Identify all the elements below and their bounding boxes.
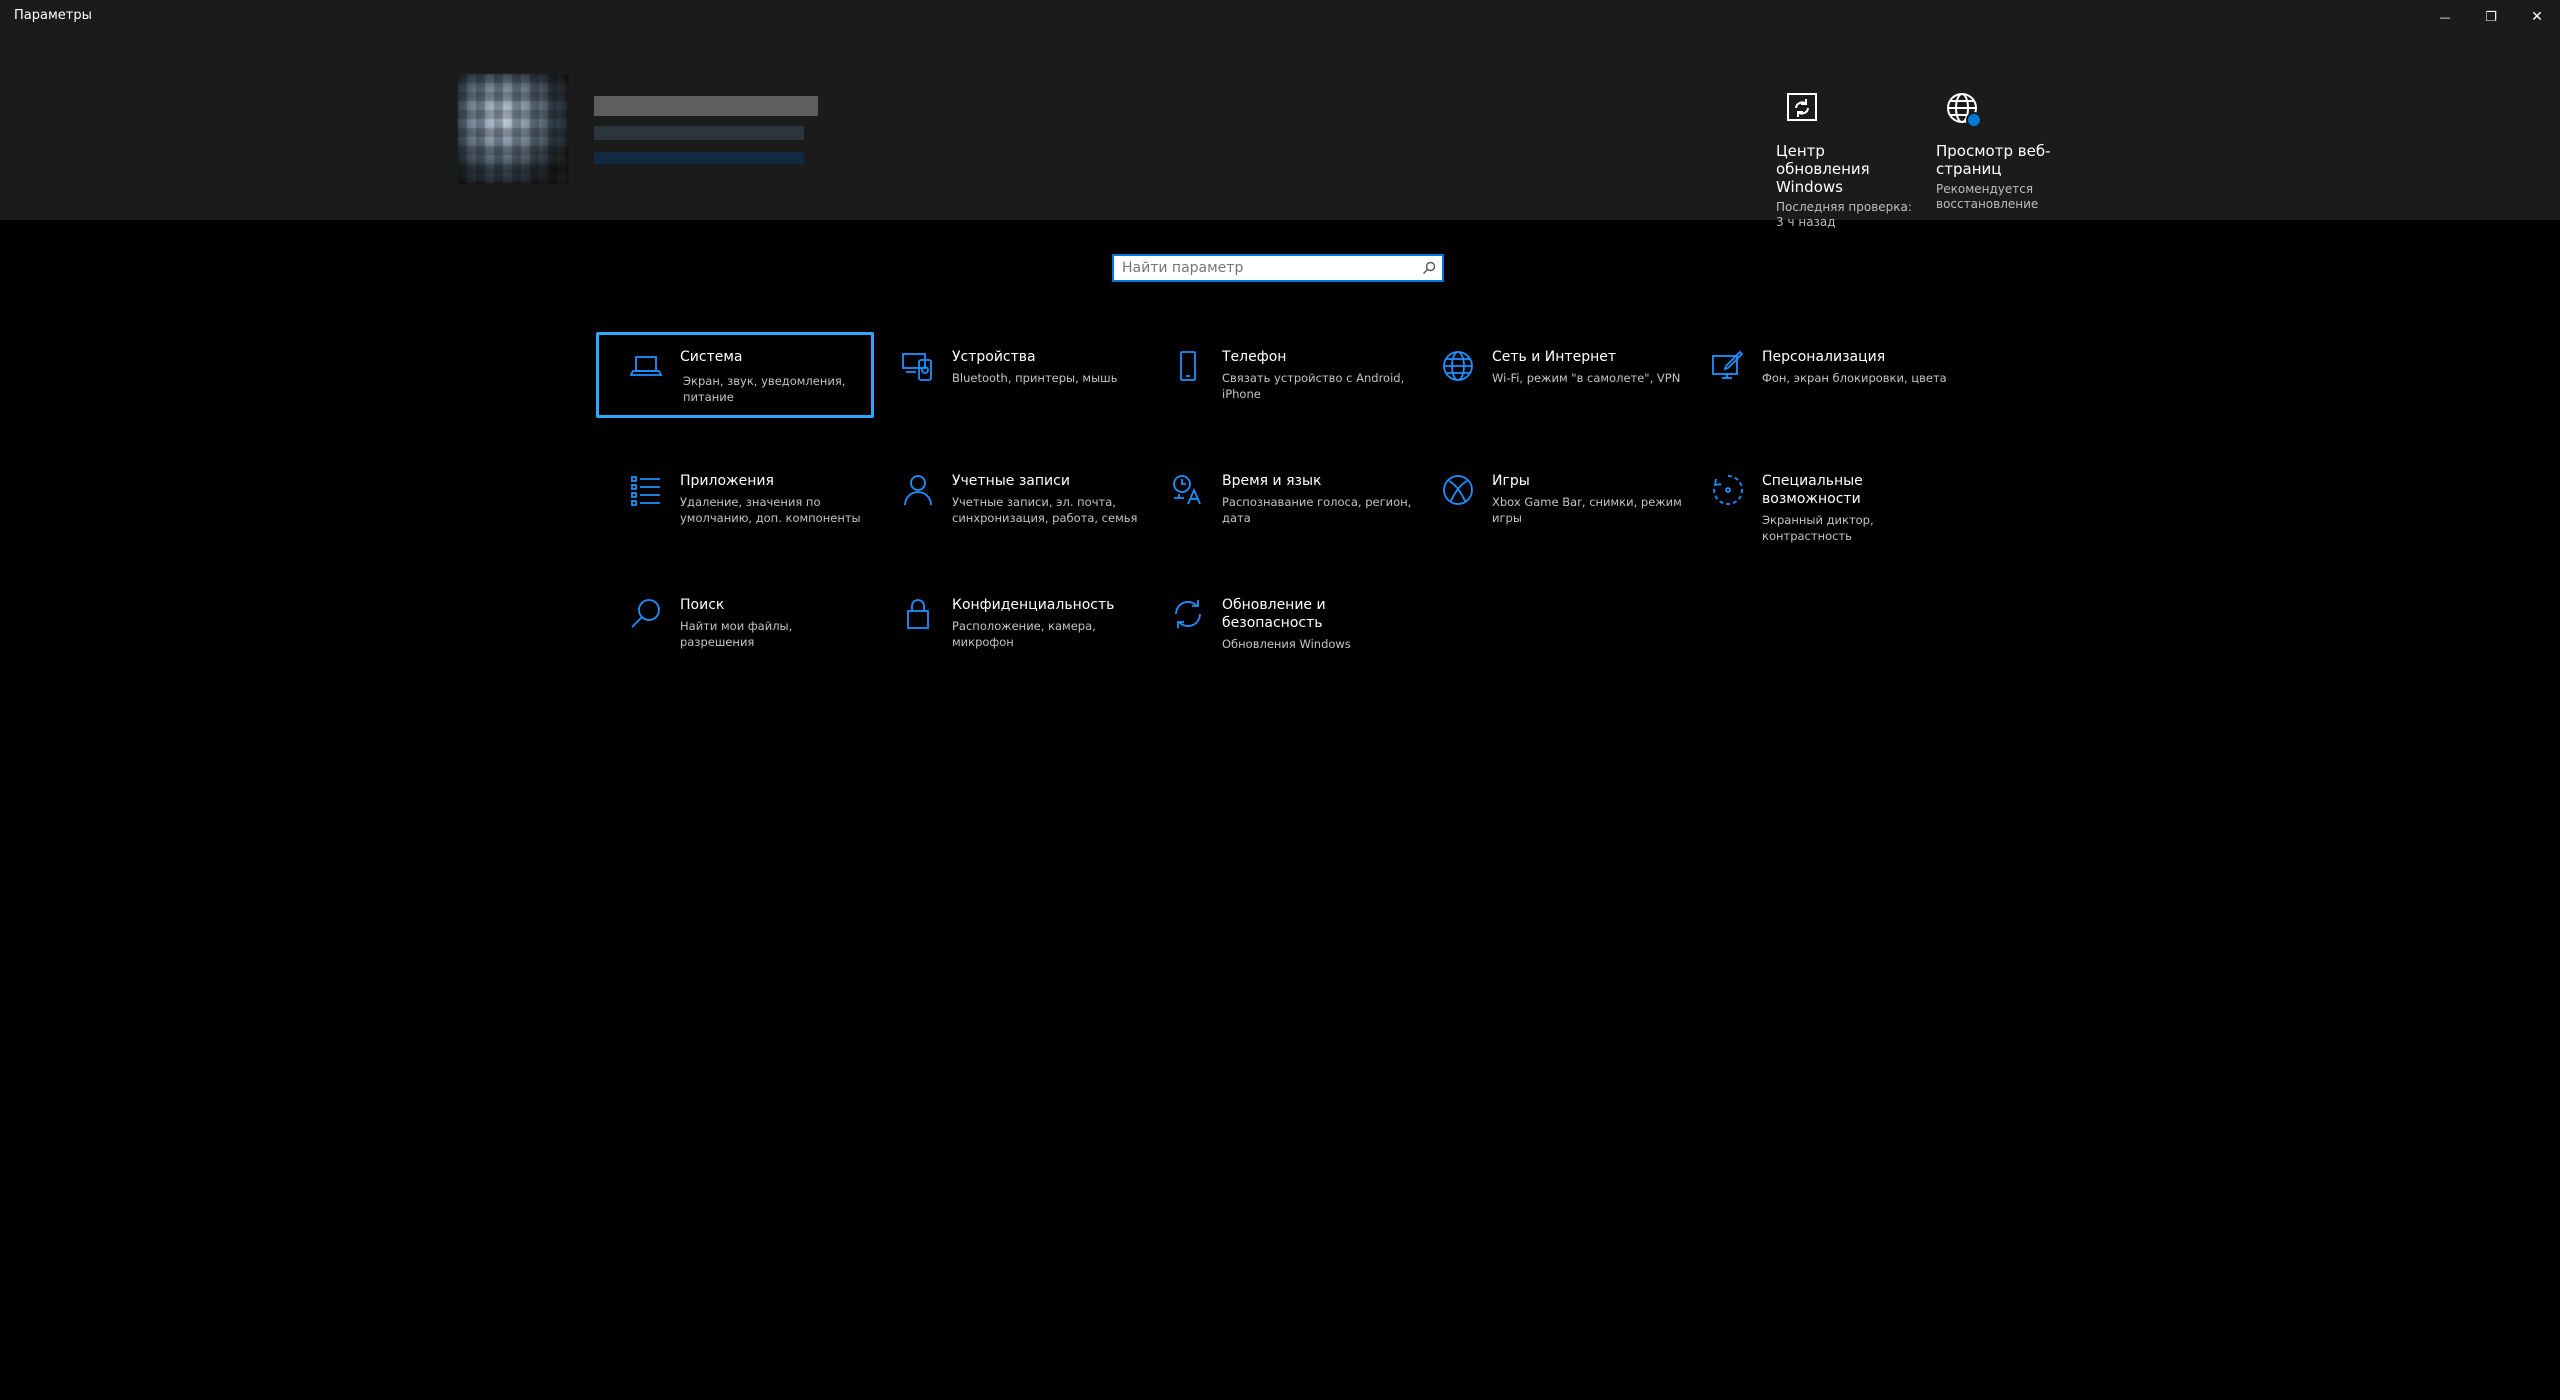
category-description: Учетные записи, эл. почта, синхронизация… bbox=[952, 495, 1138, 525]
category-description: Обновления Windows bbox=[1222, 637, 1351, 651]
quick-link-web-browsing[interactable]: Просмотр веб-страниц Рекомендуется восст… bbox=[1936, 90, 2076, 212]
category-name: Поиск bbox=[680, 597, 725, 613]
category-apps[interactable]: Приложения Удаление, значения по умолчан… bbox=[596, 456, 874, 542]
avatar[interactable] bbox=[458, 74, 568, 184]
quick-link-title: Центр обновления Windows bbox=[1776, 142, 1870, 196]
close-button[interactable]: ✕ bbox=[2514, 0, 2560, 34]
category-gaming[interactable]: Игры Xbox Game Bar, снимки, режим игры bbox=[1408, 456, 1686, 542]
minimize-button[interactable]: — bbox=[2422, 0, 2468, 34]
category-description: Распознавание голоса, регион, дата bbox=[1222, 495, 1412, 525]
search-input[interactable] bbox=[1122, 259, 1412, 277]
restore-icon: ❐ bbox=[2485, 9, 2497, 25]
globe-icon bbox=[1944, 90, 1982, 128]
account-name-redacted bbox=[594, 96, 818, 116]
category-ease-of-access[interactable]: Специальные возможности Экранный диктор,… bbox=[1678, 456, 1956, 543]
time-language-icon bbox=[1170, 472, 1206, 508]
account-link-redacted[interactable] bbox=[594, 152, 804, 164]
ease-of-access-icon bbox=[1710, 472, 1746, 508]
restore-button[interactable]: ❐ bbox=[2468, 0, 2514, 34]
quick-link-subtitle: Рекомендуется восстановление bbox=[1936, 182, 2039, 211]
category-description: Экранный диктор, контрастность bbox=[1762, 513, 1874, 543]
category-name: Конфиденциальность bbox=[952, 597, 1115, 613]
account-header: Центр обновления Windows Последняя прове… bbox=[0, 34, 2560, 229]
category-privacy[interactable]: Конфиденциальность Расположение, камера,… bbox=[868, 580, 1146, 666]
category-name: Учетные записи bbox=[952, 473, 1070, 489]
category-name: Сеть и Интернет bbox=[1492, 349, 1616, 365]
category-system[interactable]: Система Экран, звук, уведомления, питани… bbox=[596, 332, 874, 418]
category-description: Удаление, значения по умолчанию, доп. ко… bbox=[680, 495, 861, 525]
xbox-icon bbox=[1440, 472, 1476, 508]
personalization-icon bbox=[1710, 348, 1746, 384]
category-description: Найти мои файлы, разрешения bbox=[680, 619, 793, 649]
category-name: Система bbox=[680, 349, 743, 365]
category-name: Специальные возможности bbox=[1762, 473, 1863, 507]
close-icon: ✕ bbox=[2531, 9, 2543, 25]
devices-icon bbox=[900, 348, 936, 384]
globe-icon bbox=[1440, 348, 1476, 384]
category-description: Экран, звук, уведомления, питание bbox=[683, 374, 846, 404]
minimize-icon: — bbox=[2439, 10, 2451, 24]
sync-icon bbox=[1784, 90, 1820, 126]
category-time-language[interactable]: Время и язык Распознавание голоса, регио… bbox=[1138, 456, 1416, 542]
category-name: Игры bbox=[1492, 473, 1530, 489]
category-name: Телефон bbox=[1222, 349, 1287, 365]
search-box[interactable] bbox=[1112, 254, 1444, 282]
window-title: Параметры bbox=[14, 8, 92, 23]
category-description: Wi-Fi, режим "в самолете", VPN bbox=[1492, 371, 1681, 385]
person-icon bbox=[900, 472, 936, 508]
category-name: Обновление и безопасность bbox=[1222, 597, 1326, 631]
category-description: Фон, экран блокировки, цвета bbox=[1762, 371, 1947, 385]
phone-icon bbox=[1170, 348, 1206, 384]
category-name: Приложения bbox=[680, 473, 774, 489]
category-description: Расположение, камера, микрофон bbox=[952, 619, 1096, 649]
laptop-icon bbox=[628, 348, 664, 384]
category-personalization[interactable]: Персонализация Фон, экран блокировки, цв… bbox=[1678, 332, 1956, 418]
category-devices[interactable]: Устройства Bluetooth, принтеры, мышь bbox=[868, 332, 1146, 418]
quick-link-windows-update[interactable]: Центр обновления Windows Последняя прове… bbox=[1776, 90, 1916, 230]
quick-link-subtitle: Последняя проверка: 3 ч назад bbox=[1776, 200, 1912, 229]
category-description: Связать устройство с Android, iPhone bbox=[1222, 371, 1405, 401]
category-accounts[interactable]: Учетные записи Учетные записи, эл. почта… bbox=[868, 456, 1146, 542]
category-description: Bluetooth, принтеры, мышь bbox=[952, 371, 1118, 385]
update-icon bbox=[1170, 596, 1206, 632]
search-icon bbox=[628, 596, 664, 632]
apps-list-icon bbox=[628, 472, 664, 508]
category-description: Xbox Game Bar, снимки, режим игры bbox=[1492, 495, 1682, 525]
account-email-redacted bbox=[594, 126, 804, 140]
search-icon[interactable] bbox=[1422, 261, 1436, 275]
category-network[interactable]: Сеть и Интернет Wi-Fi, режим "в самолете… bbox=[1408, 332, 1686, 418]
category-name: Устройства bbox=[952, 349, 1036, 365]
category-name: Персонализация bbox=[1762, 349, 1886, 365]
quick-link-title: Просмотр веб-страниц bbox=[1936, 142, 2051, 178]
category-update-security[interactable]: Обновление и безопасность Обновления Win… bbox=[1138, 580, 1416, 666]
title-bar: Параметры — ❐ ✕ bbox=[0, 0, 2560, 34]
category-search[interactable]: Поиск Найти мои файлы, разрешения bbox=[596, 580, 874, 666]
category-name: Время и язык bbox=[1222, 473, 1322, 489]
category-phone[interactable]: Телефон Связать устройство с Android, iP… bbox=[1138, 332, 1416, 418]
lock-icon bbox=[900, 596, 936, 632]
